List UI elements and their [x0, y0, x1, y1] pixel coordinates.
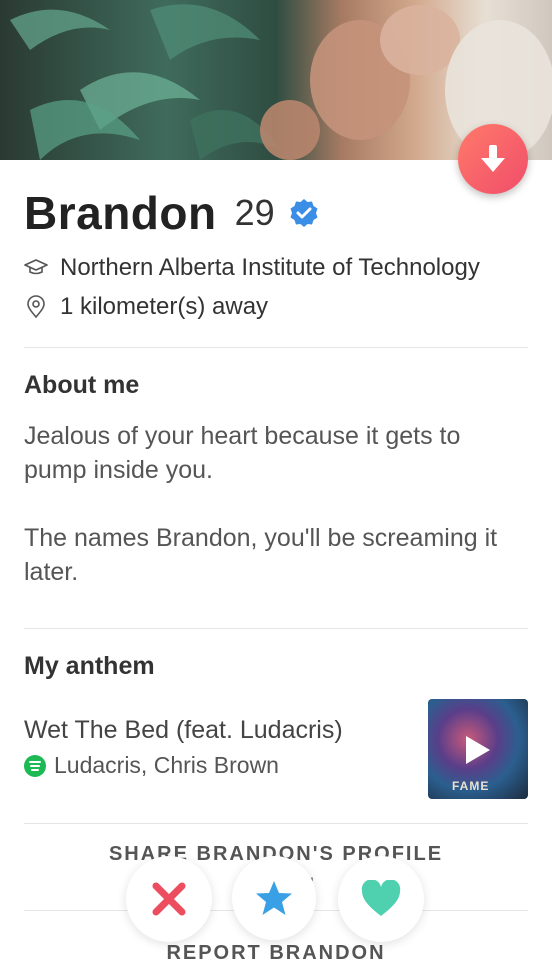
collapse-profile-button[interactable] — [458, 124, 528, 194]
song-artist: Ludacris, Chris Brown — [54, 752, 279, 778]
about-line: Jealous of your heart because it gets to… — [24, 422, 461, 484]
location-pin-icon — [27, 295, 45, 319]
arrow-down-icon — [481, 145, 505, 172]
profile-age: 29 — [234, 192, 275, 233]
verified-badge-icon — [290, 199, 318, 227]
song-artist-row: Ludacris, Chris Brown — [24, 752, 279, 779]
like-button[interactable] — [338, 856, 424, 942]
graduation-cap-icon — [24, 259, 48, 275]
anthem-title: My anthem — [24, 652, 155, 680]
spotify-icon — [24, 754, 46, 777]
distance-text: 1 kilometer(s) away — [60, 293, 269, 320]
report-link[interactable]: REPORT BRANDON — [0, 942, 552, 965]
divider — [24, 347, 528, 348]
school-row: Northern Alberta Institute of Technology — [24, 254, 480, 282]
x-icon — [152, 882, 186, 916]
album-art-play-button[interactable]: FAME — [428, 699, 528, 799]
about-title: About me — [24, 371, 140, 399]
divider — [24, 628, 528, 629]
nope-button[interactable] — [126, 856, 212, 942]
name-row: Brandon 29 — [24, 186, 319, 240]
about-line: The names Brandon, you'll be screaming i… — [24, 524, 498, 586]
super-like-button[interactable] — [232, 856, 316, 940]
about-text: Jealous of your heart because it gets to… — [24, 419, 529, 589]
school-text: Northern Alberta Institute of Technology — [60, 254, 480, 281]
profile-name: Brandon — [24, 187, 217, 239]
heart-icon — [361, 880, 401, 916]
album-title: FAME — [452, 779, 490, 793]
star-icon — [256, 881, 292, 915]
song-title[interactable]: Wet The Bed (feat. Ludacris) — [24, 716, 343, 745]
distance-row: 1 kilometer(s) away — [24, 293, 268, 321]
play-icon — [466, 736, 490, 764]
divider — [24, 823, 528, 824]
